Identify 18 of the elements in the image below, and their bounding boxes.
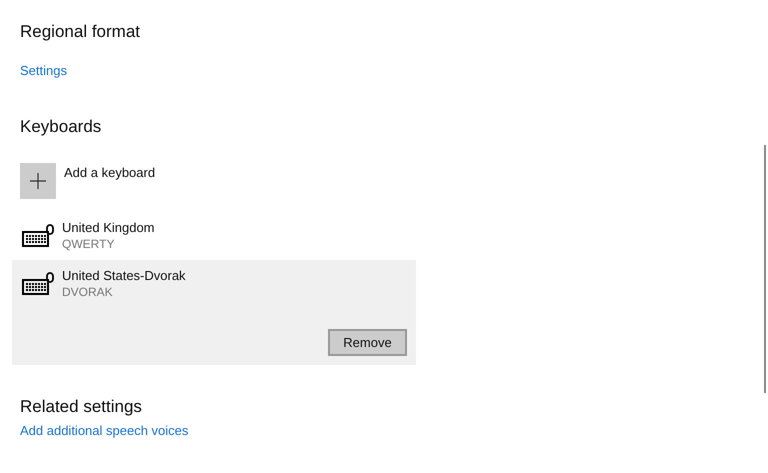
speech-voices-link[interactable]: Add additional speech voices xyxy=(20,423,188,438)
section-heading: Regional format xyxy=(20,22,142,42)
section-heading: Keyboards xyxy=(20,117,102,137)
add-keyboard-label[interactable]: Add a keyboard xyxy=(64,165,156,180)
keyboard-name: United States-Dvorak xyxy=(62,268,186,283)
keyboard-layout: DVORAK xyxy=(62,285,114,299)
keyboard-icon xyxy=(22,272,54,296)
scrollbar[interactable] xyxy=(764,145,766,393)
remove-button[interactable]: Remove xyxy=(328,329,407,356)
section-heading: Related settings xyxy=(20,397,143,417)
keyboard-name: United Kingdom xyxy=(62,220,154,235)
settings-link[interactable]: Settings xyxy=(20,63,67,78)
add-keyboard-button[interactable] xyxy=(20,163,56,199)
keyboard-item[interactable]: United Kingdom QWERTY xyxy=(12,212,416,260)
keyboard-layout: QWERTY xyxy=(62,237,116,251)
keyboard-icon xyxy=(22,224,54,248)
plus-icon xyxy=(30,173,46,189)
keyboard-item[interactable]: United States-Dvorak DVORAK Remove xyxy=(12,260,416,365)
